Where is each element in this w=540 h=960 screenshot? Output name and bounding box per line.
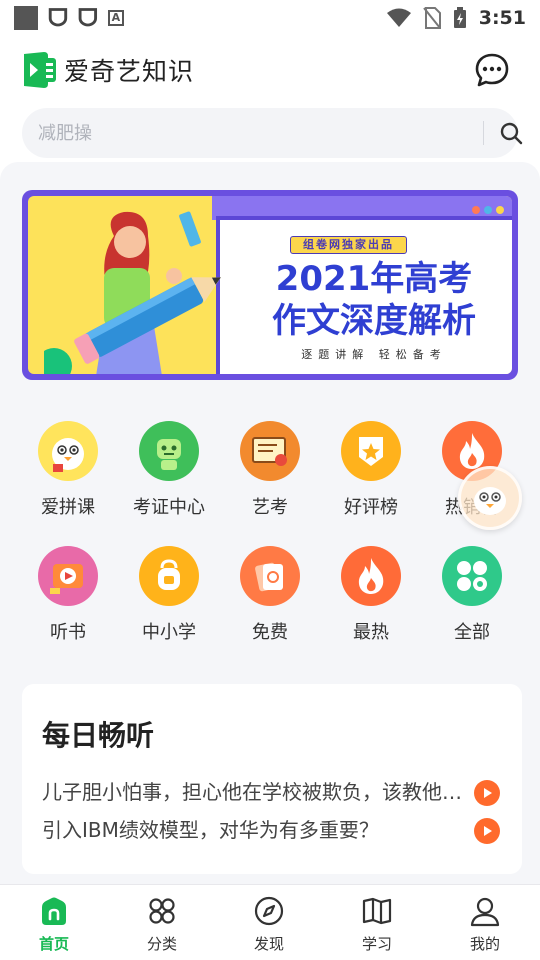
search-input[interactable] xyxy=(38,118,458,148)
status-bar: ᗜ ᗜ A 3:51 xyxy=(0,0,540,36)
search-divider xyxy=(483,121,484,145)
search-bar[interactable] xyxy=(22,108,523,158)
star-badge-icon xyxy=(341,421,401,481)
category-icon xyxy=(149,898,175,924)
grid-item-quanbu[interactable]: 全部 xyxy=(422,546,522,656)
nav-home[interactable]: 首页 xyxy=(14,893,94,957)
app-header: 爱奇艺知识 xyxy=(0,40,540,102)
nav-label: 发现 xyxy=(253,935,284,953)
grid-item-zuire[interactable]: 最热 xyxy=(321,546,421,656)
banner-panel: 组卷网独家出品 2021年高考 作文深度解析 逐题讲解 轻松备考 xyxy=(28,196,512,374)
grid-label: 中小学 xyxy=(142,622,196,643)
floating-mascot-icon[interactable] xyxy=(458,466,522,530)
banner-title-line2: 作文深度解析 xyxy=(272,301,476,341)
student-with-pencil-illustration xyxy=(44,211,221,374)
play-icon[interactable] xyxy=(474,780,500,806)
banner-title-line1: 2021年高考 xyxy=(275,259,473,299)
free-ticket-icon xyxy=(240,546,300,606)
grid-label: 好评榜 xyxy=(344,497,398,518)
certificate-icon xyxy=(240,421,300,481)
clock: 3:51 xyxy=(478,7,526,29)
nav-label: 学习 xyxy=(361,935,392,953)
grid-item-zhongxiaoxue[interactable]: 中小学 xyxy=(119,546,219,656)
banner-window-dots xyxy=(472,206,504,214)
nav-label: 首页 xyxy=(38,935,69,953)
logo-icon xyxy=(24,52,56,88)
promo-banner[interactable]: 组卷网独家出品 2021年高考 作文深度解析 逐题讲解 轻松备考 xyxy=(22,190,518,380)
all-grid-icon xyxy=(442,546,502,606)
grid-item-kaozheng[interactable]: 考证中心 xyxy=(119,421,219,531)
grid-label: 免费 xyxy=(252,622,288,643)
notification-square-icon xyxy=(14,6,38,30)
banner-badge: 组卷网独家出品 xyxy=(290,236,407,254)
home-icon xyxy=(42,897,66,925)
daily-listen-card: 每日畅听 儿子胆小怕事，担心他在学校被欺负，该教他… 引入IBM绩效模型，对华为… xyxy=(22,684,522,874)
notification-a-icon: A xyxy=(107,10,124,26)
daily-listen-item-title: 引入IBM绩效模型，对华为有多重要？ xyxy=(42,818,379,842)
grid-item-haopingbang[interactable]: 好评榜 xyxy=(321,421,421,531)
grid-label: 全部 xyxy=(454,622,490,643)
search-icon[interactable] xyxy=(499,121,523,145)
schoolbag-icon xyxy=(139,546,199,606)
no-sim-icon xyxy=(422,7,441,29)
notification-bug-icon: ᗜ xyxy=(77,4,98,32)
robot-icon xyxy=(139,421,199,481)
profile-icon xyxy=(470,897,500,927)
nav-label: 我的 xyxy=(469,935,500,953)
nav-category[interactable]: 分类 xyxy=(122,893,202,957)
audiobook-icon xyxy=(38,546,98,606)
book-icon xyxy=(362,897,392,925)
grid-item-yikao[interactable]: 艺考 xyxy=(220,421,320,531)
daily-listen-item-title: 儿子胆小怕事，担心他在学校被欺负，该教他… xyxy=(42,780,462,804)
compass-icon xyxy=(254,896,284,926)
bottom-navigation: 首页 分类 发现 学习 我的 xyxy=(0,884,540,960)
app-logo: 爱奇艺知识 xyxy=(22,50,194,90)
grid-label: 考证中心 xyxy=(133,497,205,518)
notification-bug-icon: ᗜ xyxy=(48,4,68,32)
nav-discover[interactable]: 发现 xyxy=(229,893,309,957)
grid-label: 艺考 xyxy=(252,497,288,518)
nav-profile[interactable]: 我的 xyxy=(445,893,525,957)
message-icon[interactable] xyxy=(474,52,510,88)
app-title: 爱奇艺知识 xyxy=(64,57,195,86)
hot-flame-icon xyxy=(341,546,401,606)
grid-label: 听书 xyxy=(50,622,86,643)
banner-title: 2021年高考 作文深度解析 xyxy=(244,258,504,342)
grid-item-mianfei[interactable]: 免费 xyxy=(220,546,320,656)
daily-listen-title: 每日畅听 xyxy=(42,719,155,752)
nav-study[interactable]: 学习 xyxy=(337,893,417,957)
grid-label: 爱拼课 xyxy=(41,497,95,518)
play-icon[interactable] xyxy=(474,818,500,844)
daily-listen-item[interactable]: 引入IBM绩效模型，对华为有多重要？ xyxy=(42,816,502,846)
daily-listen-item[interactable]: 儿子胆小怕事，担心他在学校被欺负，该教他… xyxy=(42,778,502,808)
wifi-icon xyxy=(386,8,411,27)
banner-subtitle: 逐题讲解 轻松备考 xyxy=(301,348,447,361)
pinke-mascot-icon xyxy=(38,421,98,481)
grid-item-aipinke[interactable]: 爱拼课 xyxy=(18,421,118,531)
grid-item-tingshu[interactable]: 听书 xyxy=(18,546,118,656)
grid-label: 最热 xyxy=(353,622,389,643)
battery-charging-icon xyxy=(453,7,466,28)
nav-label: 分类 xyxy=(146,935,177,953)
